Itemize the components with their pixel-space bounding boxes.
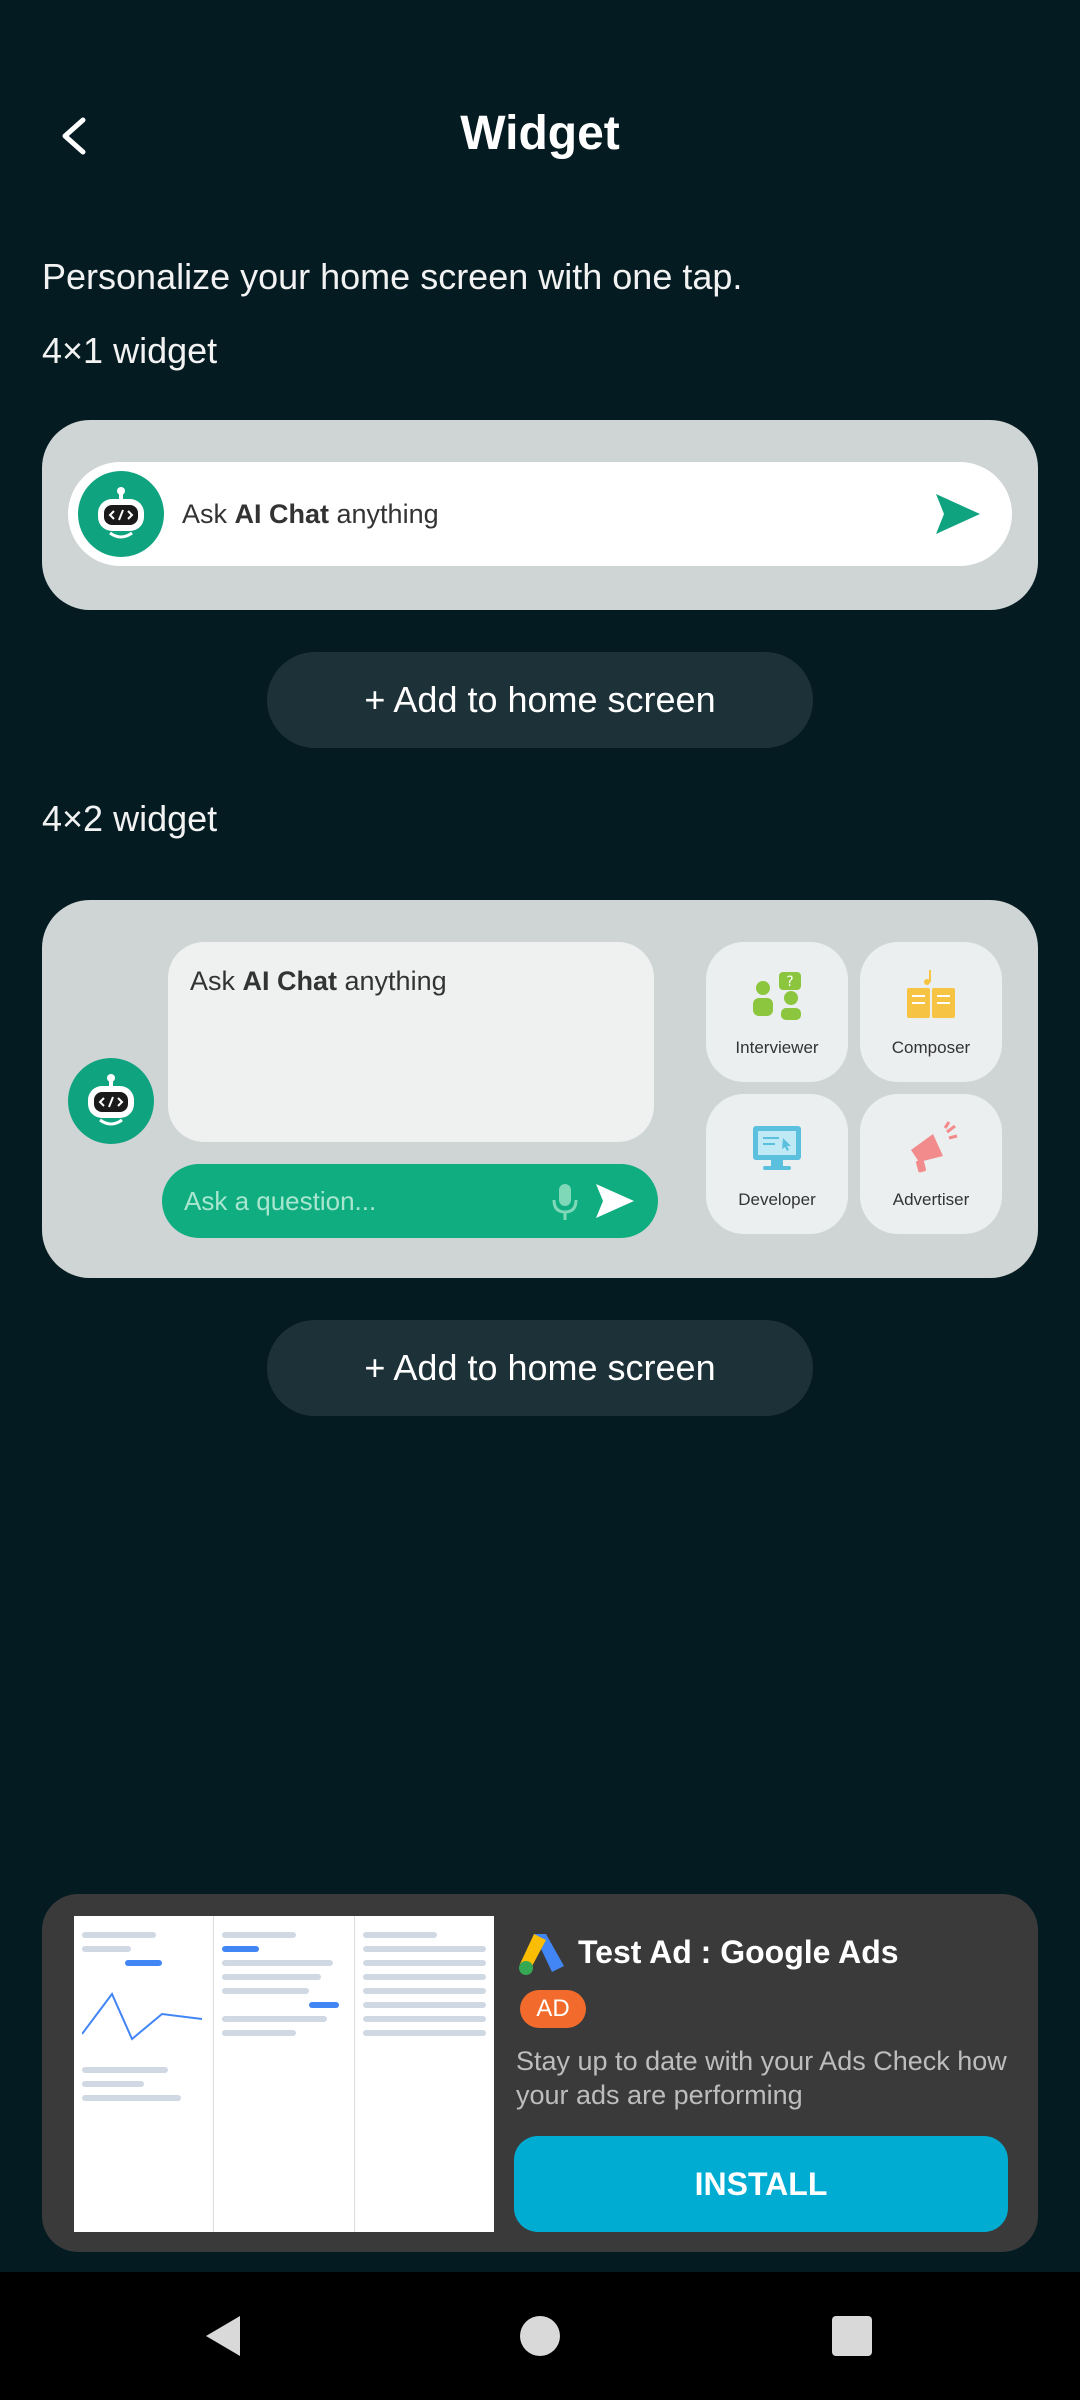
nav-home-icon[interactable]	[516, 2312, 564, 2360]
ask-question-input[interactable]: Ask a question...	[162, 1164, 658, 1238]
ad-description: Stay up to date with your Ads Check how …	[516, 2046, 1007, 2110]
tile-advertiser[interactable]: Advertiser	[860, 1094, 1002, 1234]
ad-badge: AD	[520, 1990, 586, 2028]
tile-label: Interviewer	[735, 1038, 819, 1057]
svg-text:?: ?	[786, 974, 793, 990]
subtitle: Personalize your home screen with one ta…	[42, 256, 743, 297]
chat-bar[interactable]: Ask AI Chat anything	[68, 462, 1012, 566]
robot-avatar-icon	[78, 471, 164, 557]
google-ads-logo-icon	[519, 1934, 564, 1975]
tile-interviewer[interactable]: ? Interviewer	[706, 942, 848, 1082]
page-title: Widget	[460, 107, 620, 160]
robot-avatar-icon	[68, 1058, 154, 1144]
ad-banner[interactable]: Test Ad : Google Ads AD Stay up to date …	[42, 1894, 1038, 2252]
install-button[interactable]: INSTALL	[514, 2136, 1008, 2232]
send-icon[interactable]	[594, 1182, 636, 1220]
section-label-4x2: 4×2 widget	[42, 798, 218, 839]
send-icon[interactable]	[934, 492, 982, 536]
tile-developer[interactable]: Developer	[706, 1094, 848, 1234]
ask-placeholder: Ask a question...	[184, 1185, 377, 1216]
add-to-home-button-4x2[interactable]: + Add to home screen	[267, 1320, 813, 1416]
section-label-4x1: 4×1 widget	[42, 330, 218, 371]
system-navigation-bar	[0, 2272, 1080, 2400]
tile-label: Advertiser	[892, 1190, 970, 1209]
tile-label: Composer	[891, 1038, 971, 1057]
nav-recents-icon[interactable]	[828, 2312, 876, 2360]
developer-icon	[753, 1126, 801, 1170]
add-to-home-button-4x1[interactable]: + Add to home screen	[267, 652, 813, 748]
tile-composer[interactable]: Composer	[860, 942, 1002, 1082]
chat-prompt: Ask AI Chat anything	[182, 498, 439, 529]
widget-preview-4x1[interactable]: Ask AI Chat anything	[42, 420, 1038, 610]
advertiser-icon	[911, 1121, 958, 1173]
interviewer-icon: ?	[753, 972, 801, 1020]
nav-back-icon[interactable]	[200, 2312, 248, 2360]
chat-prompt-box[interactable]: Ask AI Chat anything	[168, 942, 654, 1142]
ad-title: Test Ad : Google Ads	[578, 1934, 899, 1970]
ad-screenshot-image[interactable]	[74, 1916, 494, 2232]
widget-preview-4x2[interactable]: Ask AI Chat anything Ask a question... ?…	[42, 900, 1038, 1278]
composer-icon	[907, 970, 955, 1018]
microphone-icon[interactable]	[550, 1182, 580, 1222]
tile-label: Developer	[738, 1190, 816, 1209]
header: Widget	[0, 0, 1080, 270]
